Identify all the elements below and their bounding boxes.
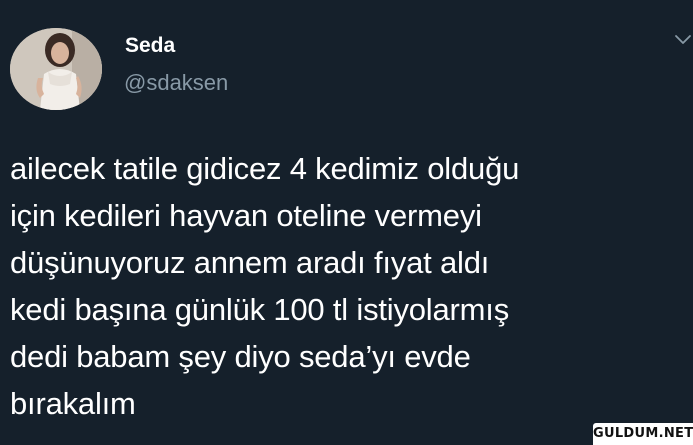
avatar[interactable] [10, 28, 102, 110]
tweet-text: ailecek tatile gidicez 4 kedimiz olduğu … [10, 151, 520, 421]
profile-photo-avatar-icon [10, 28, 102, 110]
username-handle[interactable]: @sdaksen [124, 70, 228, 96]
display-name[interactable]: Seda [125, 34, 175, 58]
chevron-down-icon[interactable] [672, 30, 693, 50]
watermark: GULDUM.NET [593, 423, 693, 445]
